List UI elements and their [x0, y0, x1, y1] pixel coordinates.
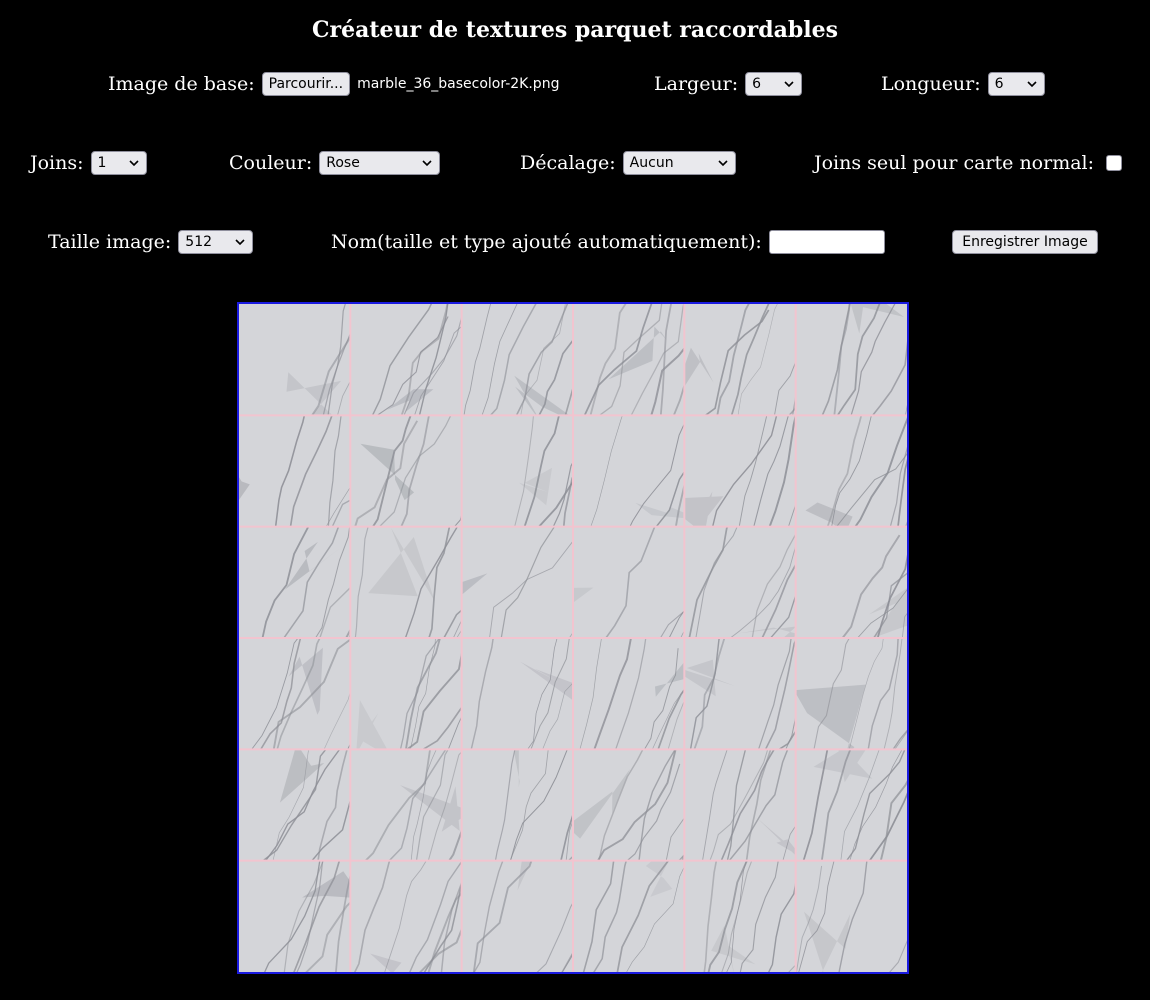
save-image-button[interactable]: Enregistrer Image: [952, 230, 1098, 254]
nom-field: Nom(taille et type ajouté automatiquemen…: [331, 229, 885, 255]
longueur-field: Longueur: 6: [881, 71, 1045, 97]
page-title: Créateur de textures parquet raccordable…: [312, 17, 838, 43]
decalage-select-value: Aucun: [629, 155, 674, 171]
nom-label: Nom(taille et type ajouté automatiquemen…: [331, 231, 762, 253]
longueur-select-value: 6: [994, 76, 1004, 92]
decalage-field: Décalage: Aucun: [520, 150, 736, 176]
texture-tile: [795, 304, 907, 416]
chevron-down-icon: [718, 160, 728, 167]
texture-preview: [237, 302, 909, 974]
save-field: Enregistrer Image: [952, 229, 1098, 255]
chevron-down-icon: [235, 239, 245, 246]
largeur-select[interactable]: 6: [745, 72, 803, 96]
largeur-field: Largeur: 6: [654, 71, 803, 97]
largeur-label: Largeur:: [654, 73, 739, 95]
base-image-field: Image de base: Parcourir... marble_36_ba…: [108, 71, 559, 97]
file-name-text: marble_36_basecolor-2K.png: [357, 76, 560, 92]
normal-map-checkbox[interactable]: [1106, 155, 1123, 171]
normal-map-field: Joins seul pour carte normal:: [814, 150, 1123, 176]
couleur-field: Couleur: Rose: [229, 150, 441, 176]
longueur-label: Longueur:: [881, 73, 981, 95]
taille-select[interactable]: 512: [178, 230, 254, 254]
couleur-select[interactable]: Rose: [319, 151, 441, 175]
decalage-select[interactable]: Aucun: [622, 151, 736, 175]
couleur-label: Couleur:: [229, 152, 313, 174]
joins-label: Joins:: [30, 152, 84, 174]
couleur-select-value: Rose: [326, 155, 360, 171]
taille-select-value: 512: [185, 234, 213, 250]
joins-field: Joins: 1: [30, 150, 147, 176]
joins-select[interactable]: 1: [90, 151, 147, 175]
joins-select-value: 1: [97, 155, 107, 171]
taille-label: Taille image:: [48, 231, 172, 253]
decalage-label: Décalage:: [520, 152, 616, 174]
texture-preview-canvas: [239, 304, 907, 972]
taille-field: Taille image: 512: [48, 229, 254, 255]
longueur-select[interactable]: 6: [987, 72, 1045, 96]
chevron-down-icon: [128, 160, 139, 167]
browse-button[interactable]: Parcourir...: [261, 72, 351, 96]
nom-input[interactable]: [768, 230, 885, 254]
largeur-select-value: 6: [752, 76, 762, 92]
base-image-label: Image de base:: [108, 73, 255, 95]
normal-map-label: Joins seul pour carte normal:: [814, 152, 1095, 174]
chevron-down-icon: [1027, 81, 1037, 88]
chevron-down-icon: [784, 81, 794, 88]
chevron-down-icon: [422, 160, 432, 167]
